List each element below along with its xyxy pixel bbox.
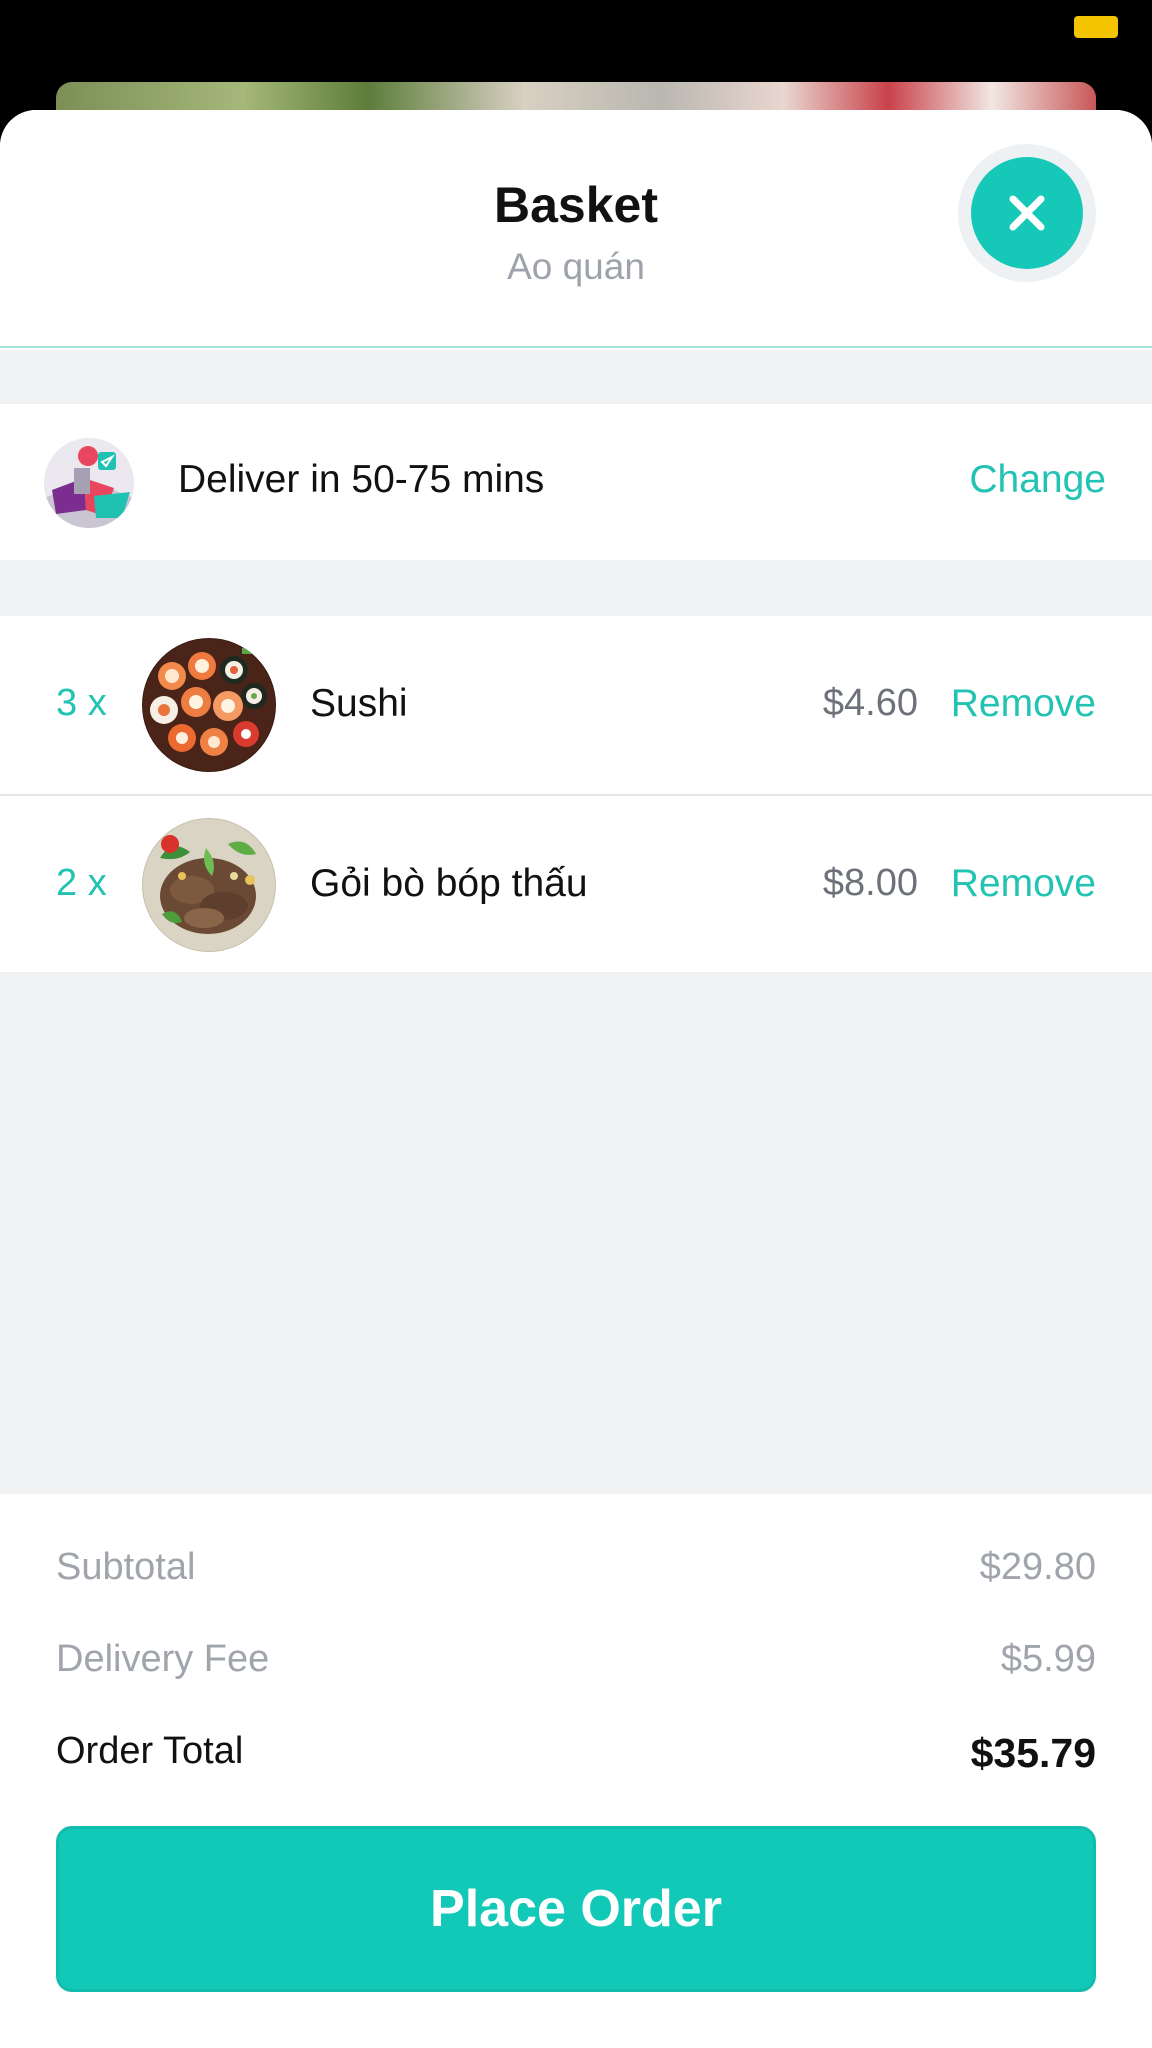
basket-sheet: Basket Ao quán Deliver in 50-75 mins Cha… — [0, 110, 1152, 2048]
item-name: Gỏi bò bóp thấu — [310, 862, 588, 905]
close-icon — [971, 157, 1083, 269]
delivery-courier-icon — [44, 438, 134, 528]
delivery-row: Deliver in 50-75 mins Change — [0, 404, 1152, 560]
basket-item: 3 x Sushi $4.60 Remove — [0, 616, 1152, 794]
sushi-image — [142, 638, 276, 772]
empty-space — [0, 972, 1152, 1494]
item-price: $8.00 — [822, 862, 918, 904]
item-quantity: 2 x — [56, 862, 107, 904]
order-total-label: Order Total — [56, 1730, 244, 1772]
remove-item-button[interactable]: Remove — [951, 682, 1096, 726]
close-button[interactable] — [958, 144, 1096, 282]
sheet-header: Basket Ao quán — [0, 110, 1152, 348]
delivery-fee-value: $5.99 — [1000, 1638, 1096, 1680]
change-delivery-button[interactable]: Change — [969, 458, 1106, 502]
delivery-time-text: Deliver in 50-75 mins — [178, 458, 545, 501]
place-order-button[interactable]: Place Order — [56, 1826, 1096, 1992]
item-name: Sushi — [310, 682, 408, 725]
subtotal-value: $29.80 — [979, 1546, 1096, 1588]
order-total-value: $35.79 — [970, 1730, 1096, 1776]
beef-salad-image — [142, 818, 276, 952]
basket-items-list: 3 x Sushi $4.60 Remove 2 x Gỏi bò bóp th… — [0, 616, 1152, 972]
section-spacer — [0, 350, 1152, 404]
subtotal-label: Subtotal — [56, 1546, 196, 1588]
item-price: $4.60 — [822, 682, 918, 724]
subtotal-row: Subtotal $29.80 — [56, 1546, 1096, 1596]
status-bar — [0, 0, 1152, 142]
order-total-row: Order Total $35.79 — [56, 1730, 1096, 1780]
battery-icon — [1074, 16, 1118, 38]
delivery-fee-label: Delivery Fee — [56, 1638, 270, 1680]
remove-item-button[interactable]: Remove — [951, 862, 1096, 906]
section-spacer — [0, 560, 1152, 616]
delivery-fee-row: Delivery Fee $5.99 — [56, 1638, 1096, 1688]
basket-item: 2 x Gỏi bò bóp thấu $8.00 Remove — [0, 794, 1152, 972]
item-quantity: 3 x — [56, 682, 107, 724]
